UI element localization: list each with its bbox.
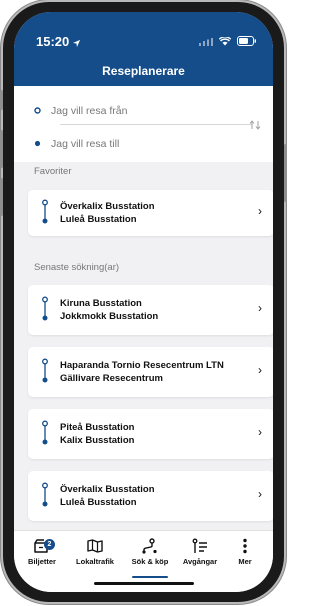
- volume-up-button: [0, 130, 3, 168]
- chevron-right-icon: ›: [258, 363, 262, 377]
- page-title: Reseplanerare: [14, 62, 273, 86]
- route-from: Överkalix Busstation: [60, 201, 155, 212]
- origin-dot-icon: [34, 105, 41, 117]
- battery-icon: [237, 33, 257, 51]
- route-from: Haparanda Tornio Resecentrum LTN: [60, 360, 224, 371]
- search-divider: [60, 124, 252, 125]
- status-bar: 15:20: [14, 12, 273, 62]
- recent-searches-label: Senaste sökning(ar): [34, 262, 120, 273]
- route-names: Piteå Busstation Kalix Busstation: [60, 421, 134, 447]
- route-from: Överkalix Busstation: [60, 484, 155, 495]
- signal-icon: [199, 33, 213, 51]
- route-from: Piteå Busstation: [60, 422, 135, 433]
- volume-down-button: [0, 178, 3, 216]
- tab-lokaltrafik[interactable]: Lokaltrafik: [69, 537, 121, 566]
- tab-biljetter[interactable]: 2 Biljetter: [16, 537, 68, 566]
- chevron-right-icon: ›: [258, 301, 262, 315]
- tab-label: Biljetter: [28, 557, 56, 566]
- ticket-icon: [16, 537, 68, 555]
- route-names: Överkalix Busstation Luleå Busstation: [60, 483, 155, 509]
- route-search-icon: [124, 537, 176, 555]
- power-button: [284, 144, 287, 202]
- from-placeholder: Jag vill resa från: [51, 105, 128, 117]
- recent-route[interactable]: Överkalix Busstation Luleå Busstation ›: [28, 471, 273, 521]
- more-icon: [219, 537, 271, 555]
- tab-label: Mer: [238, 557, 252, 566]
- app-screen: 15:20 Reseplanerare Jag vill resa från J…: [14, 12, 273, 592]
- mute-switch: [0, 90, 3, 110]
- active-tab-indicator: [132, 576, 168, 578]
- route-to: Luleå Busstation: [60, 497, 137, 508]
- recent-route[interactable]: Haparanda Tornio Resecentrum LTN Gälliva…: [28, 347, 273, 397]
- destination-dot-icon: [34, 138, 41, 150]
- route-names: Överkalix Busstation Luleå Busstation: [60, 200, 155, 226]
- route-to: Gällivare Resecentrum: [60, 373, 163, 384]
- favorites-label: Favoriter: [34, 166, 72, 177]
- to-placeholder: Jag vill resa till: [51, 138, 120, 150]
- route-icon: [41, 482, 49, 513]
- tab-label: Lokaltrafik: [76, 557, 114, 566]
- route-to: Jokkmokk Busstation: [60, 311, 159, 322]
- recent-route[interactable]: Piteå Busstation Kalix Busstation ›: [28, 409, 273, 459]
- tab-label: Sök & köp: [131, 557, 169, 566]
- location-arrow-icon: [72, 35, 81, 53]
- route-icon: [41, 296, 49, 327]
- favorite-route[interactable]: Överkalix Busstation Luleå Busstation ›: [28, 190, 273, 236]
- route-names: Haparanda Tornio Resecentrum LTN Gälliva…: [60, 359, 224, 385]
- route-icon: [41, 199, 49, 230]
- route-names: Kiruna Busstation Jokkmokk Busstation: [60, 297, 158, 323]
- chevron-right-icon: ›: [258, 425, 262, 439]
- route-to: Kalix Busstation: [60, 435, 135, 446]
- recent-route[interactable]: Kiruna Busstation Jokkmokk Busstation ›: [28, 285, 273, 335]
- route-to: Luleå Busstation: [60, 214, 137, 225]
- home-indicator[interactable]: [94, 582, 194, 585]
- to-field[interactable]: Jag vill resa till: [34, 134, 119, 154]
- route-icon: [41, 358, 49, 389]
- tab-mer[interactable]: Mer: [219, 537, 271, 566]
- chevron-right-icon: ›: [258, 487, 262, 501]
- chevron-right-icon: ›: [258, 204, 262, 218]
- from-field[interactable]: Jag vill resa från: [34, 101, 127, 121]
- wifi-icon: [218, 33, 232, 51]
- route-icon: [41, 420, 49, 451]
- status-time: 15:20: [36, 34, 70, 49]
- map-icon: [69, 537, 121, 555]
- swap-direction-icon[interactable]: [249, 120, 261, 133]
- phone-frame: 15:20 Reseplanerare Jag vill resa från J…: [0, 2, 287, 602]
- ticket-count-badge: 2: [44, 539, 55, 550]
- search-form: Jag vill resa från Jag vill resa till: [14, 86, 273, 162]
- route-from: Kiruna Busstation: [60, 298, 142, 309]
- tab-sok-och-kop[interactable]: Sök & köp: [124, 537, 176, 566]
